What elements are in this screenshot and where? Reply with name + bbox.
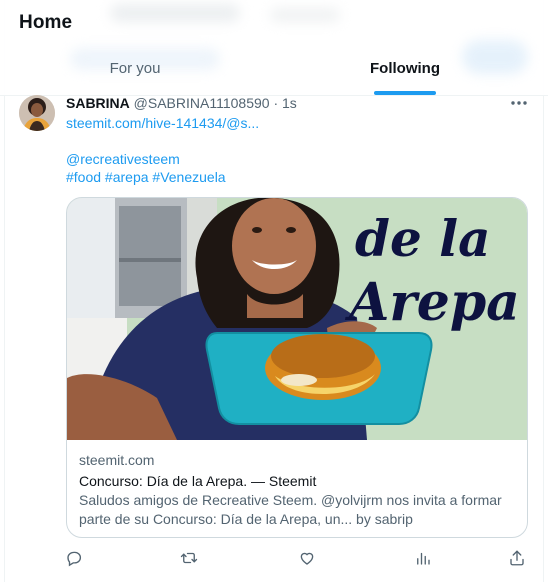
- tab-for-you[interactable]: For you: [4, 40, 266, 96]
- reply-icon[interactable]: [64, 548, 84, 568]
- tweet-timestamp[interactable]: 1s: [282, 95, 297, 111]
- active-tab-indicator: [374, 91, 436, 95]
- card-description: Saludos amigos de Recreative Steem. @yol…: [79, 492, 502, 527]
- retweet-icon[interactable]: [179, 548, 199, 568]
- tweet-hashtags[interactable]: #food #arepa #Venezuela: [66, 169, 226, 185]
- tab-following[interactable]: Following: [270, 40, 540, 96]
- card-domain: steemit.com: [79, 452, 155, 468]
- avatar[interactable]: [19, 95, 55, 131]
- tweet-author-row: SABRINA @SABRINA11108590 · 1s: [66, 95, 297, 111]
- heart-icon[interactable]: [297, 548, 317, 568]
- tweet-link[interactable]: steemit.com/hive-141434/@s...: [66, 115, 259, 131]
- card-image-text-line2: Arepa: [344, 272, 520, 333]
- card-image[interactable]: de la Arepa: [67, 198, 527, 440]
- share-icon[interactable]: [507, 548, 527, 568]
- tweet-mention[interactable]: @recreativesteem: [66, 151, 180, 167]
- link-preview-card[interactable]: de la Arepa steemit.com Concurso: Día de…: [66, 197, 528, 538]
- separator-dot: ·: [273, 95, 279, 111]
- more-horizontal-icon[interactable]: [508, 94, 530, 112]
- home-header: Home For you Following: [0, 0, 548, 96]
- page-title: Home: [19, 12, 73, 33]
- author-handle[interactable]: @SABRINA11108590: [134, 95, 270, 111]
- card-image-text-line1: de la: [355, 209, 491, 268]
- card-body[interactable]: steemit.com Concurso: Día de la Arepa. —…: [67, 441, 527, 537]
- views-icon[interactable]: [413, 548, 433, 568]
- card-title: Concurso: Día de la Arepa. — Steemit: [79, 473, 317, 489]
- author-name[interactable]: SABRINA: [66, 95, 130, 111]
